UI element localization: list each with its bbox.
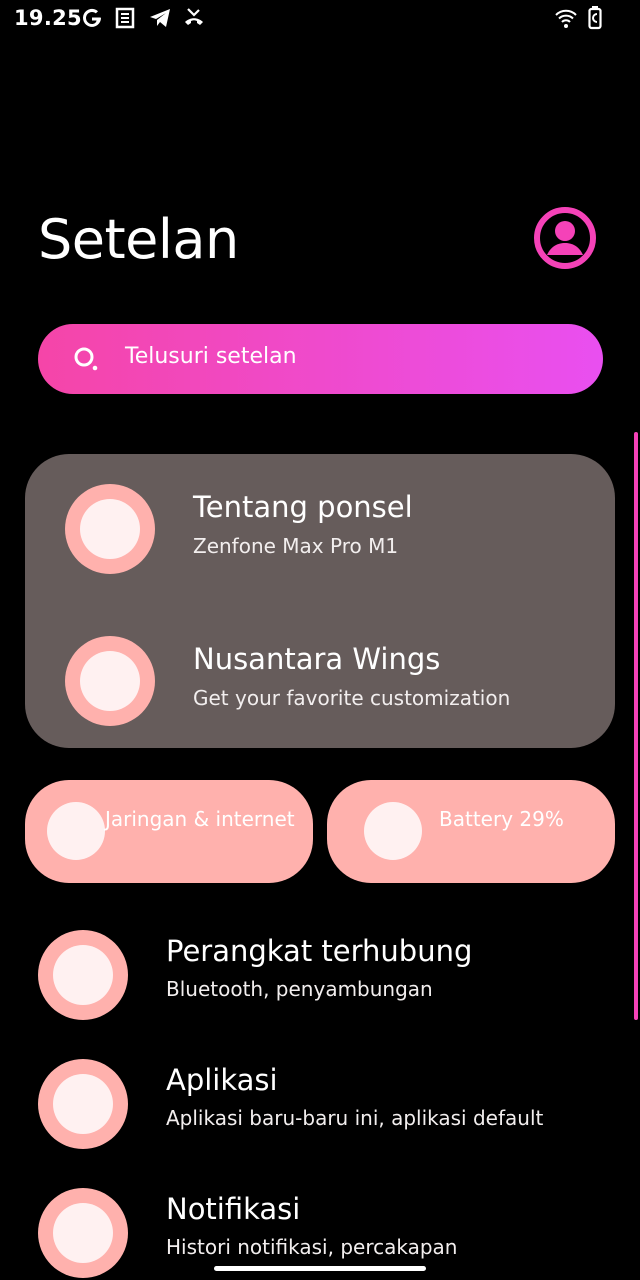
about-phone-subtitle: Zenfone Max Pro M1: [193, 534, 399, 558]
about-phone-title: Tentang ponsel: [193, 490, 413, 524]
notifications-item[interactable]: Notifikasi Histori notifikasi, percakapa…: [0, 1180, 640, 1280]
connected-devices-icon: [38, 930, 128, 1020]
page-title: Setelan: [38, 208, 239, 271]
news-icon: [114, 6, 138, 30]
search-bar[interactable]: Telusuri setelan: [38, 324, 603, 394]
about-phone-item[interactable]: Tentang ponsel Zenfone Max Pro M1: [25, 454, 615, 574]
network-internet-tile[interactable]: Jaringan & internet: [25, 780, 313, 883]
apps-subtitle: Aplikasi baru-baru ini, aplikasi default: [166, 1106, 544, 1130]
apps-icon: [38, 1059, 128, 1149]
battery-icon: [588, 6, 602, 34]
nusantara-wings-item[interactable]: Nusantara Wings Get your favorite custom…: [25, 606, 615, 726]
battery-tile-icon: [364, 802, 422, 860]
featured-card: Tentang ponsel Zenfone Max Pro M1 Nusant…: [25, 454, 615, 748]
nusantara-wings-icon: [65, 636, 155, 726]
network-internet-label: Jaringan & internet: [105, 807, 295, 831]
apps-item[interactable]: Aplikasi Aplikasi baru-baru ini, aplikas…: [0, 1051, 640, 1151]
status-bar: 19.25: [0, 0, 640, 40]
battery-tile[interactable]: Battery 29%: [327, 780, 615, 883]
status-time: 19.25: [14, 6, 82, 30]
gesture-nav-handle[interactable]: [214, 1266, 426, 1271]
notifications-icon: [38, 1188, 128, 1278]
connected-devices-subtitle: Bluetooth, penyambungan: [166, 977, 433, 1001]
apps-title: Aplikasi: [166, 1063, 278, 1097]
connected-devices-item[interactable]: Perangkat terhubung Bluetooth, penyambun…: [0, 922, 640, 1022]
nusantara-wings-title: Nusantara Wings: [193, 642, 441, 676]
connected-devices-title: Perangkat terhubung: [166, 934, 473, 968]
network-internet-icon: [47, 802, 105, 860]
status-icons-left: [80, 6, 206, 30]
telegram-icon: [148, 6, 172, 30]
status-icons-right: [554, 6, 602, 34]
nusantara-wings-subtitle: Get your favorite customization: [193, 686, 511, 710]
notifications-title: Notifikasi: [166, 1192, 301, 1226]
google-g-icon: [80, 6, 104, 30]
missed-call-icon: [182, 6, 206, 30]
account-circle-icon[interactable]: [533, 206, 597, 270]
notifications-subtitle: Histori notifikasi, percakapan: [166, 1235, 458, 1259]
search-placeholder: Telusuri setelan: [125, 344, 297, 369]
battery-label: Battery 29%: [439, 807, 564, 831]
search-icon: [72, 345, 100, 373]
about-phone-icon: [65, 484, 155, 574]
wifi-icon: [554, 7, 578, 33]
